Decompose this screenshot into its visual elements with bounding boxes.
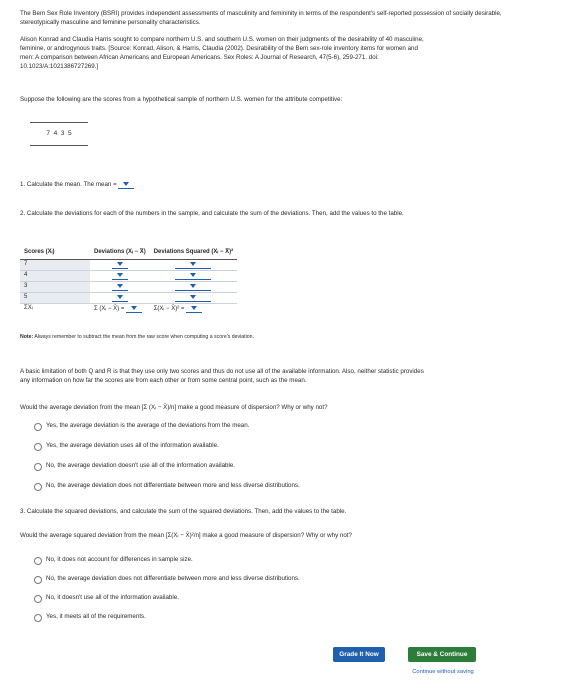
- chevron-down-icon: [190, 272, 197, 277]
- table-row: 5: [20, 292, 238, 304]
- squared-cell: [149, 281, 238, 293]
- squared-dropdown[interactable]: [175, 271, 212, 280]
- scores-box: 7 4 3 5: [30, 122, 88, 146]
- q3-text: 3. Calculate the squared deviations, and…: [20, 508, 347, 515]
- avg-dev-radio[interactable]: [34, 443, 42, 451]
- note-text: Always remember to subtract the mean fro…: [34, 334, 254, 340]
- sq-radio[interactable]: [34, 557, 42, 565]
- squared-dropdown[interactable]: [175, 293, 212, 302]
- study-line: Alison Konrad and Claudia Harris sought …: [20, 36, 424, 43]
- chevron-down-icon: [116, 294, 123, 299]
- squared-cell: [149, 270, 238, 282]
- score-cell: 3: [20, 281, 90, 293]
- sum-squared-label: Σ(Xᵢ − X̄)² =: [153, 305, 185, 312]
- limitation-paragraph: A basic limitation of both Q and R is th…: [20, 368, 540, 386]
- intro-paragraph: The Bem Sex Role Inventory (BSRI) provid…: [20, 10, 502, 26]
- sq-radio[interactable]: [34, 576, 42, 584]
- chevron-down-icon: [116, 272, 123, 277]
- sum-x-label: ΣXᵢ: [24, 305, 33, 312]
- avg-dev-question: Would the average deviation from the mea…: [20, 404, 328, 411]
- chevron-down-icon: [190, 261, 197, 266]
- deviation-cell: [90, 281, 150, 293]
- chevron-down-icon: [190, 294, 197, 299]
- avg-dev-option-label: Yes, the average deviation is the averag…: [46, 422, 250, 429]
- limitation-line: any information on how far the scores ar…: [20, 376, 307, 384]
- score-cell: 7: [20, 259, 90, 271]
- note-label: Note:: [20, 334, 34, 340]
- avg-dev-radio[interactable]: [34, 483, 42, 491]
- study-line: men: A comparison between African Americ…: [20, 53, 379, 61]
- chevron-down-icon: [116, 261, 123, 266]
- study-line: 10.1023/A:1021386727269.]: [20, 62, 99, 70]
- continue-without-saving-link[interactable]: Continue without saving: [404, 668, 482, 676]
- squared-dropdown[interactable]: [175, 260, 212, 269]
- score-cell: 5: [20, 292, 90, 304]
- table-row: 3: [20, 281, 238, 293]
- study-paragraph: Alison Konrad and Claudia Harris sought …: [20, 36, 540, 72]
- avg-dev-option-label: Yes, the average deviation uses all of t…: [46, 442, 219, 449]
- squared-cell: [149, 259, 238, 271]
- deviation-cell: [90, 292, 150, 304]
- save-and-continue-button[interactable]: Save & Continue: [408, 647, 476, 662]
- limitation-line: A basic limitation of both Q and R is th…: [20, 368, 424, 375]
- scores-values: 7 4 3 5: [46, 130, 72, 137]
- chevron-down-icon: [123, 182, 130, 186]
- avg-dev-option-label: No, the average deviation does not diffe…: [46, 482, 300, 489]
- note: Note: Always remember to subtract the me…: [20, 334, 254, 342]
- chevron-down-icon: [131, 305, 137, 310]
- scores-table: Scores (Xᵢ) Deviations (Xᵢ − X̄) Deviati…: [20, 246, 238, 314]
- deviation-dropdown[interactable]: [111, 282, 128, 291]
- sq-option-label: No, it does not account for differences …: [46, 556, 193, 563]
- chevron-down-icon: [191, 305, 198, 310]
- sum-deviation-dropdown[interactable]: [126, 304, 142, 313]
- grade-it-now-button[interactable]: Grade It Now: [333, 647, 385, 662]
- q1-prompt: 1. Calculate the mean. The mean =: [20, 180, 135, 190]
- sq-question: Would the average squared deviation from…: [20, 532, 352, 539]
- chevron-down-icon: [116, 283, 123, 288]
- deviation-cell: [90, 259, 150, 271]
- score-cell: 4: [20, 270, 90, 282]
- table-row: 4: [20, 270, 238, 282]
- sum-deviation-cell: Σ (Xᵢ − X̄) =: [90, 303, 150, 314]
- table-row: 7: [20, 259, 238, 271]
- q1-text: 1. Calculate the mean. The mean =: [20, 181, 117, 189]
- deviation-dropdown[interactable]: [111, 260, 128, 269]
- avg-dev-radio[interactable]: [34, 463, 42, 471]
- suppose-text: Suppose the following are the scores fro…: [20, 96, 343, 103]
- chevron-down-icon: [190, 283, 197, 288]
- header-deviations: Deviations (Xᵢ − X̄): [90, 246, 150, 260]
- table-header-row: Scores (Xᵢ) Deviations (Xᵢ − X̄) Deviati…: [20, 246, 238, 260]
- sum-squared-cell: Σ(Xᵢ − X̄)² =: [150, 303, 237, 314]
- sum-deviation-label: Σ (Xᵢ − X̄) =: [94, 305, 125, 312]
- deviation-dropdown[interactable]: [111, 271, 128, 280]
- q2-text: 2. Calculate the deviations for each of …: [20, 210, 404, 217]
- mean-dropdown[interactable]: [118, 180, 135, 189]
- sq-radio[interactable]: [34, 595, 42, 603]
- study-line: feminine, or androgynous traits. [Source…: [20, 44, 418, 52]
- deviation-cell: [90, 270, 150, 282]
- deviation-dropdown[interactable]: [111, 293, 128, 302]
- avg-dev-option-label: No, the average deviation doesn't use al…: [46, 462, 235, 469]
- squared-dropdown[interactable]: [175, 282, 212, 291]
- sq-option-label: No, it doesn't use all of the informatio…: [46, 594, 179, 601]
- header-scores: Scores (Xᵢ): [20, 246, 90, 260]
- squared-cell: [149, 292, 238, 304]
- sum-squared-dropdown[interactable]: [186, 304, 203, 313]
- sq-option-label: Yes, it meets all of the requirements.: [46, 613, 146, 620]
- header-deviations-squared: Deviations Squared (Xᵢ − X̄)²: [149, 246, 238, 260]
- table-sum-row: ΣXᵢ Σ (Xᵢ − X̄) = Σ(Xᵢ − X̄)² =: [20, 303, 237, 314]
- avg-dev-radio[interactable]: [34, 423, 42, 431]
- sq-radio[interactable]: [34, 614, 42, 622]
- sq-option-label: No, the average deviation does not diffe…: [46, 575, 300, 582]
